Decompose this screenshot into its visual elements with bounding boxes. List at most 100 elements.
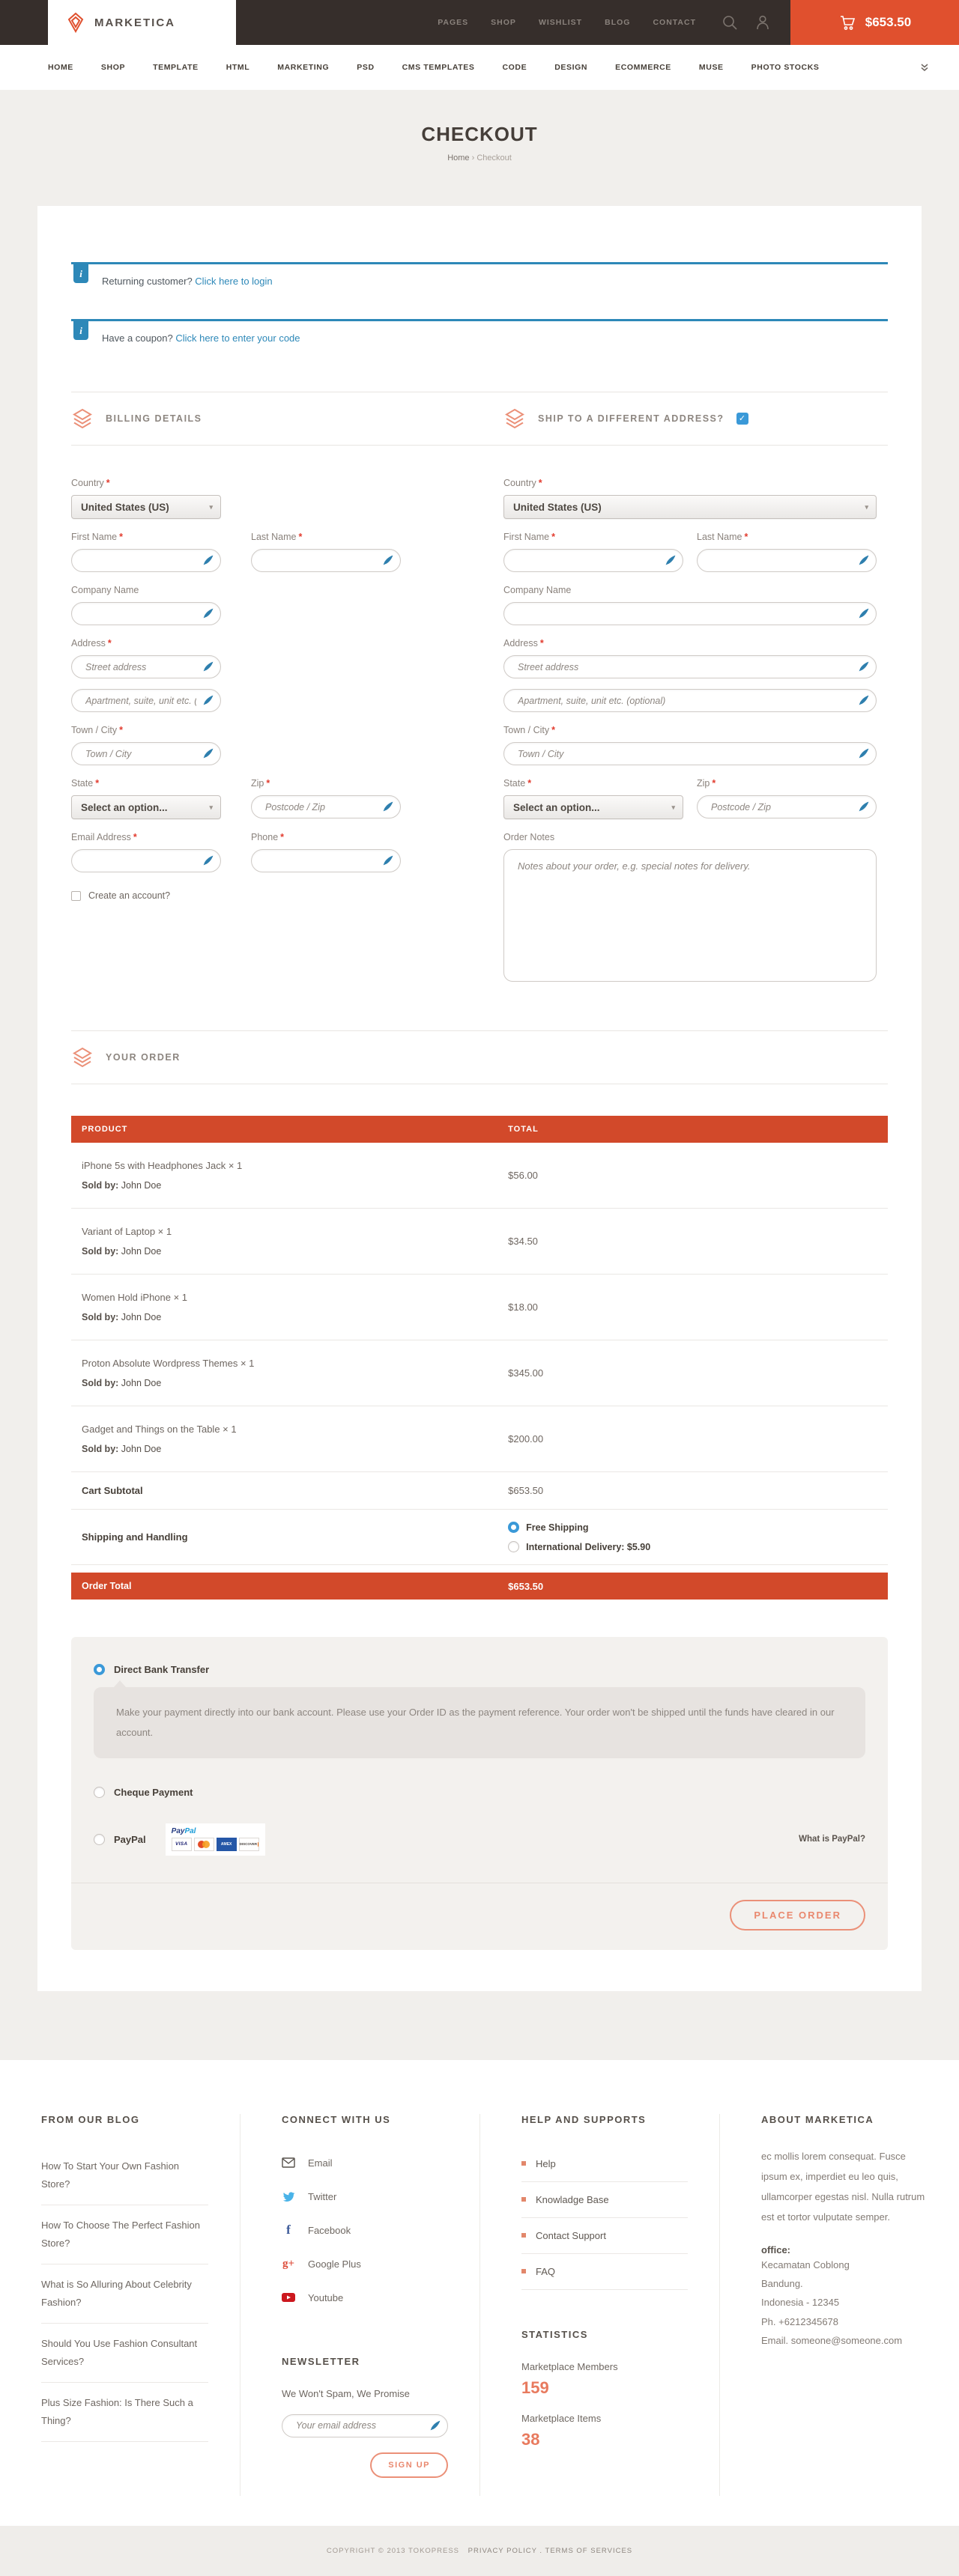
billing-last-name-input[interactable] [251, 549, 401, 572]
nav-shop[interactable]: SHOP [491, 18, 516, 27]
order-notes-textarea[interactable] [503, 849, 877, 982]
billing-zip-label: Zip [251, 778, 264, 789]
shipping-first-name-input[interactable] [503, 549, 683, 572]
subnav-home[interactable]: HOME [48, 63, 73, 72]
contact-support-link[interactable]: Contact Support [521, 2218, 688, 2254]
help-link[interactable]: Help [521, 2146, 688, 2182]
nav-wishlist[interactable]: WISHLIST [539, 18, 582, 27]
breadcrumb-home[interactable]: Home [447, 154, 469, 162]
place-order-button[interactable]: PLACE ORDER [730, 1900, 865, 1931]
subnav-code[interactable]: CODE [502, 63, 527, 72]
create-account-checkbox[interactable]: Create an account? [71, 890, 401, 901]
visa-icon: VISA [172, 1838, 192, 1851]
brand-logo[interactable]: MARKETICA [48, 0, 236, 45]
shipping-zip-input[interactable] [697, 795, 877, 818]
coupon-link[interactable]: Click here to enter your code [175, 332, 300, 344]
user-icon[interactable] [754, 14, 771, 31]
double-chevron-down-icon[interactable] [920, 63, 929, 72]
knowledge-base-link[interactable]: Knowladge Base [521, 2182, 688, 2218]
product-total: $18.00 [508, 1301, 538, 1313]
blog-link[interactable]: Plus Size Fashion: Is There Such a Thing… [41, 2383, 208, 2442]
billing-town-label: Town / City [71, 725, 117, 735]
international-delivery-option[interactable]: International Delivery: $5.90 [508, 1541, 650, 1552]
blog-link[interactable]: How To Choose The Perfect Fashion Store? [41, 2205, 208, 2264]
bank-transfer-option[interactable]: Direct Bank Transfer [94, 1664, 865, 1675]
billing-zip-input[interactable] [251, 795, 401, 818]
shipping-town-input[interactable] [503, 742, 877, 765]
square-bullet-icon [521, 2161, 526, 2166]
square-bullet-icon [521, 2233, 526, 2238]
social-twitter-link[interactable]: Twitter [282, 2180, 448, 2214]
subnav-design[interactable]: DESIGN [554, 63, 587, 72]
billing-first-name-input[interactable] [71, 549, 221, 572]
billing-state-select[interactable]: Select an option... ▾ [71, 795, 221, 819]
billing-apartment-input[interactable] [71, 689, 221, 712]
footer-legal-links[interactable]: PRIVACY POLICY . TERMS OF SERVICES [468, 2547, 632, 2555]
social-googleplus-link[interactable]: g+ Google Plus [282, 2247, 448, 2281]
subnav-shop[interactable]: SHOP [101, 63, 125, 72]
cart-button[interactable]: $653.50 [790, 0, 959, 45]
ship-different-checkbox[interactable]: ✓ [736, 413, 748, 425]
subnav-photo-stocks[interactable]: PHOTO STOCKS [751, 63, 820, 72]
paypal-cards-logo: PayPal VISA AMEX DISCOVER [166, 1823, 265, 1856]
billing-form: Country* United States (US) ▾ First Name… [71, 465, 401, 985]
social-facebook-link[interactable]: f Facebook [282, 2214, 448, 2247]
blog-link[interactable]: What is So Alluring About Celebrity Fash… [41, 2264, 208, 2324]
marketplace-items-label: Marketplace Items [521, 2413, 688, 2424]
social-youtube-link[interactable]: Youtube [282, 2281, 448, 2315]
subnav-html[interactable]: HTML [226, 63, 250, 72]
edit-pen-icon [202, 694, 214, 706]
billing-street-input[interactable] [71, 655, 221, 678]
subnav-cms-templates[interactable]: CMS TEMPLATES [402, 63, 475, 72]
subnav-ecommerce[interactable]: ECOMMERCE [615, 63, 671, 72]
subnav-muse[interactable]: MUSE [699, 63, 724, 72]
layers-icon [71, 407, 94, 430]
nav-blog[interactable]: BLOG [605, 18, 630, 27]
signup-button[interactable]: SIGN UP [370, 2452, 448, 2478]
billing-town-input[interactable] [71, 742, 221, 765]
shipping-company-input[interactable] [503, 602, 877, 625]
radio-selected-icon [94, 1664, 105, 1675]
product-total: $345.00 [508, 1367, 543, 1379]
chevron-down-icon: ▾ [865, 503, 868, 511]
search-icon[interactable] [721, 14, 738, 31]
cheque-payment-option[interactable]: Cheque Payment [94, 1787, 865, 1798]
product-total: $200.00 [508, 1433, 543, 1445]
billing-company-input[interactable] [71, 602, 221, 625]
subnav-psd[interactable]: PSD [357, 63, 374, 72]
facebook-icon: f [282, 2223, 295, 2238]
shipping-street-input[interactable] [503, 655, 877, 678]
create-account-label: Create an account? [88, 890, 170, 901]
shipping-state-select[interactable]: Select an option... ▾ [503, 795, 683, 819]
billing-phone-input[interactable] [251, 849, 401, 872]
blog-link[interactable]: Should You Use Fashion Consultant Servic… [41, 2324, 208, 2383]
shipping-apartment-input[interactable] [503, 689, 877, 712]
billing-email-input[interactable] [71, 849, 221, 872]
login-link[interactable]: Click here to login [195, 276, 272, 287]
info-icon: i [73, 264, 88, 283]
seller-name[interactable]: John Doe [121, 1378, 162, 1388]
order-table: PRODUCT TOTAL iPhone 5s with Headphones … [71, 1116, 888, 1600]
paypal-option[interactable]: PayPal PayPal VISA AMEX DISCOVER What is… [94, 1823, 865, 1856]
seller-name[interactable]: John Doe [121, 1246, 162, 1257]
edit-pen-icon [858, 660, 870, 672]
shipping-last-name-input[interactable] [697, 549, 877, 572]
ship-different-heading: SHIP TO A DIFFERENT ADDRESS? [538, 413, 724, 424]
billing-country-select[interactable]: United States (US) ▾ [71, 495, 221, 519]
form-section-head: BILLING DETAILS SHIP TO A DIFFERENT ADDR… [71, 392, 888, 446]
seller-name[interactable]: John Doe [121, 1180, 162, 1191]
what-is-paypal-link[interactable]: What is PayPal? [799, 1835, 865, 1844]
faq-link[interactable]: FAQ [521, 2254, 688, 2290]
subnav-template[interactable]: TEMPLATE [153, 63, 199, 72]
seller-name[interactable]: John Doe [121, 1444, 162, 1454]
blog-link[interactable]: How To Start Your Own Fashion Store? [41, 2146, 208, 2205]
nav-pages[interactable]: PAGES [438, 18, 468, 27]
seller-name[interactable]: John Doe [121, 1312, 162, 1322]
nav-contact[interactable]: CONTACT [653, 18, 696, 27]
free-shipping-option[interactable]: Free Shipping [508, 1522, 650, 1533]
social-email-link[interactable]: Email [282, 2146, 448, 2180]
shipping-country-select[interactable]: United States (US) ▾ [503, 495, 877, 519]
subnav-marketing[interactable]: MARKETING [277, 63, 329, 72]
shipping-form: Country* United States (US) ▾ First Name… [503, 465, 877, 985]
newsletter-email-input[interactable] [282, 2414, 448, 2437]
